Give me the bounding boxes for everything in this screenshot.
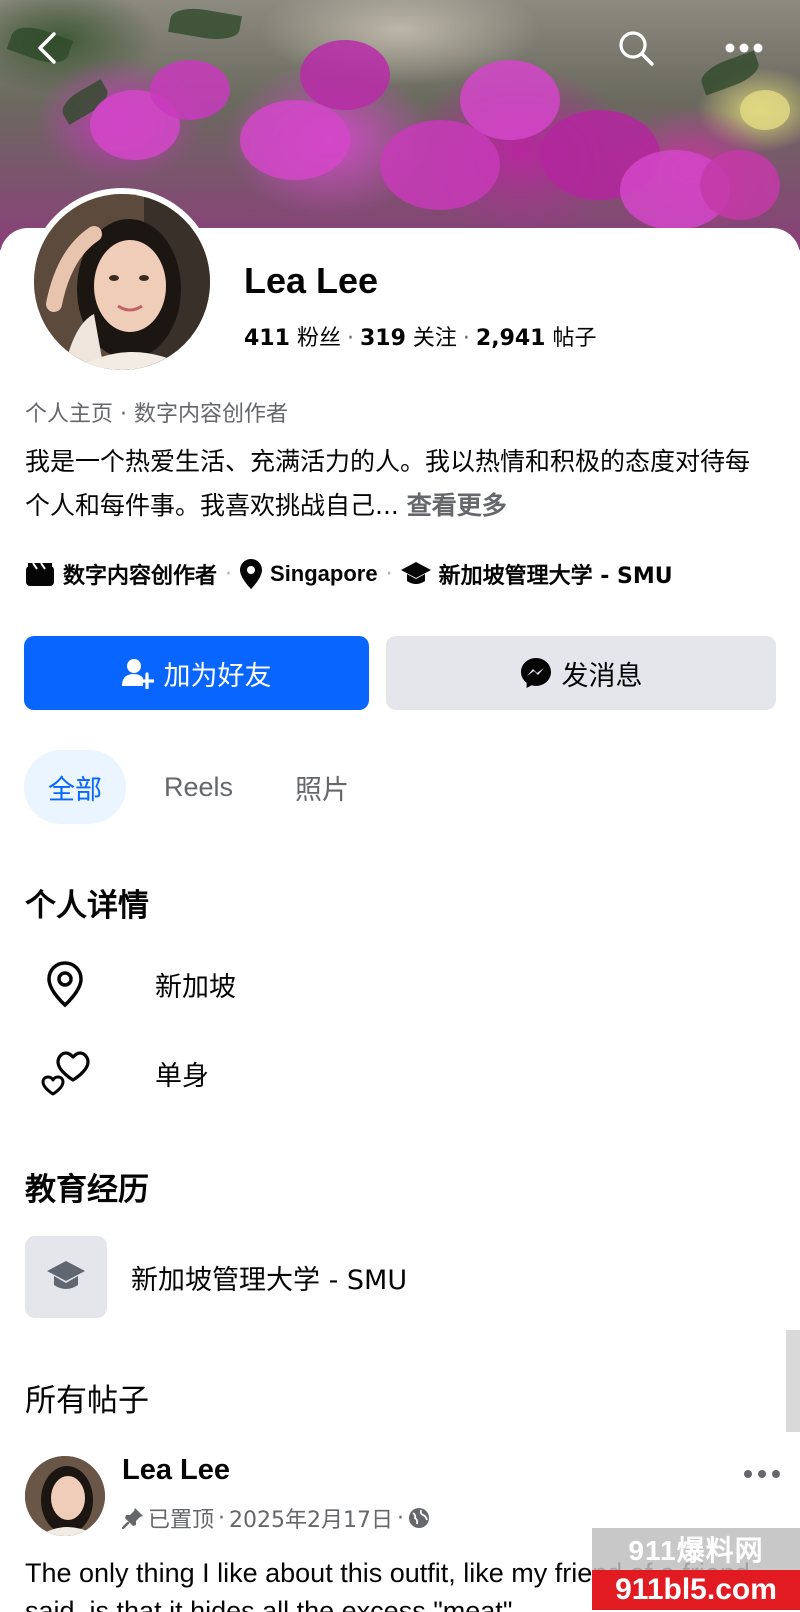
profile-name: Lea Lee [244, 260, 379, 301]
tab-reels[interactable]: Reels [140, 750, 257, 824]
search-icon [619, 31, 654, 66]
watermark-bottom: 911bl5.com [592, 1570, 800, 1610]
bio-text: 我是一个热爱生活、充满活力的人。我以热情和积极的态度对待每个人和每件事。我喜欢挑… [25, 447, 751, 520]
post-meta: 已置顶 · 2025年2月17日 · [122, 1502, 430, 1534]
graduation-cap-icon [400, 562, 431, 584]
following-stat[interactable]: 319 关注 [360, 326, 457, 351]
detail-location: 新加坡 [25, 960, 236, 1008]
followers-stat[interactable]: 411 粉丝 [244, 326, 341, 351]
post-author-avatar[interactable] [25, 1456, 105, 1536]
post-more-button[interactable] [738, 1456, 786, 1492]
profile-meta: 数字内容创作者 · Singapore · 新加坡管理大学 - SMU [25, 558, 673, 590]
detail-relationship: 单身 [25, 1050, 209, 1096]
watermark: 911爆料网 911bl5.com [592, 1528, 800, 1612]
profile-stats: 411 粉丝 · 319 关注 · 2,941 帖子 [244, 326, 597, 351]
messenger-icon [520, 658, 551, 688]
details-title: 个人详情 [25, 888, 149, 924]
education-school[interactable]: 新加坡管理大学 - SMU [25, 1236, 407, 1318]
hearts-icon [41, 1051, 90, 1096]
add-person-icon [121, 659, 154, 689]
globe-icon [409, 1508, 429, 1528]
add-friend-button[interactable]: 加为好友 [24, 636, 369, 710]
meta-school[interactable]: 新加坡管理大学 - SMU [400, 558, 673, 590]
clapperboard-icon [26, 562, 54, 586]
posts-stat[interactable]: 2,941 帖子 [476, 326, 597, 351]
post-date[interactable]: 2025年2月17日 [229, 1502, 393, 1534]
meta-location[interactable]: Singapore [240, 559, 378, 589]
tab-photos[interactable]: 照片 [271, 750, 373, 824]
tab-all[interactable]: 全部 [24, 750, 126, 824]
search-button[interactable] [612, 24, 660, 72]
education-title: 教育经历 [25, 1172, 149, 1208]
more-horizontal-icon [744, 1470, 780, 1478]
profile-category: 个人主页 · 数字内容创作者 [25, 402, 288, 427]
meta-job: 数字内容创作者 [25, 558, 217, 590]
location-pin-icon [47, 961, 83, 1008]
post-author-name[interactable]: Lea Lee [122, 1454, 230, 1487]
scrollbar-thumb[interactable] [786, 1330, 800, 1432]
graduation-cap-icon [47, 1261, 85, 1289]
message-button[interactable]: 发消息 [386, 636, 776, 710]
watermark-top: 911爆料网 [592, 1528, 800, 1570]
chevron-left-icon [38, 32, 56, 64]
location-pin-icon [240, 559, 263, 589]
pin-icon [122, 1508, 143, 1529]
back-button[interactable] [24, 24, 72, 72]
school-icon-box [25, 1236, 107, 1318]
profile-bio: 我是一个热爱生活、充满活力的人。我以热情和积极的态度对待每个人和每件事。我喜欢挑… [25, 440, 765, 528]
profile-tabs: 全部 Reels 照片 [24, 750, 373, 824]
posts-title: 所有帖子 [25, 1383, 149, 1419]
avatar-portrait [34, 194, 210, 370]
more-options-button[interactable] [720, 24, 768, 72]
more-horizontal-icon [725, 43, 763, 53]
profile-avatar[interactable] [28, 188, 216, 376]
see-more-link[interactable]: 查看更多 [407, 491, 507, 520]
